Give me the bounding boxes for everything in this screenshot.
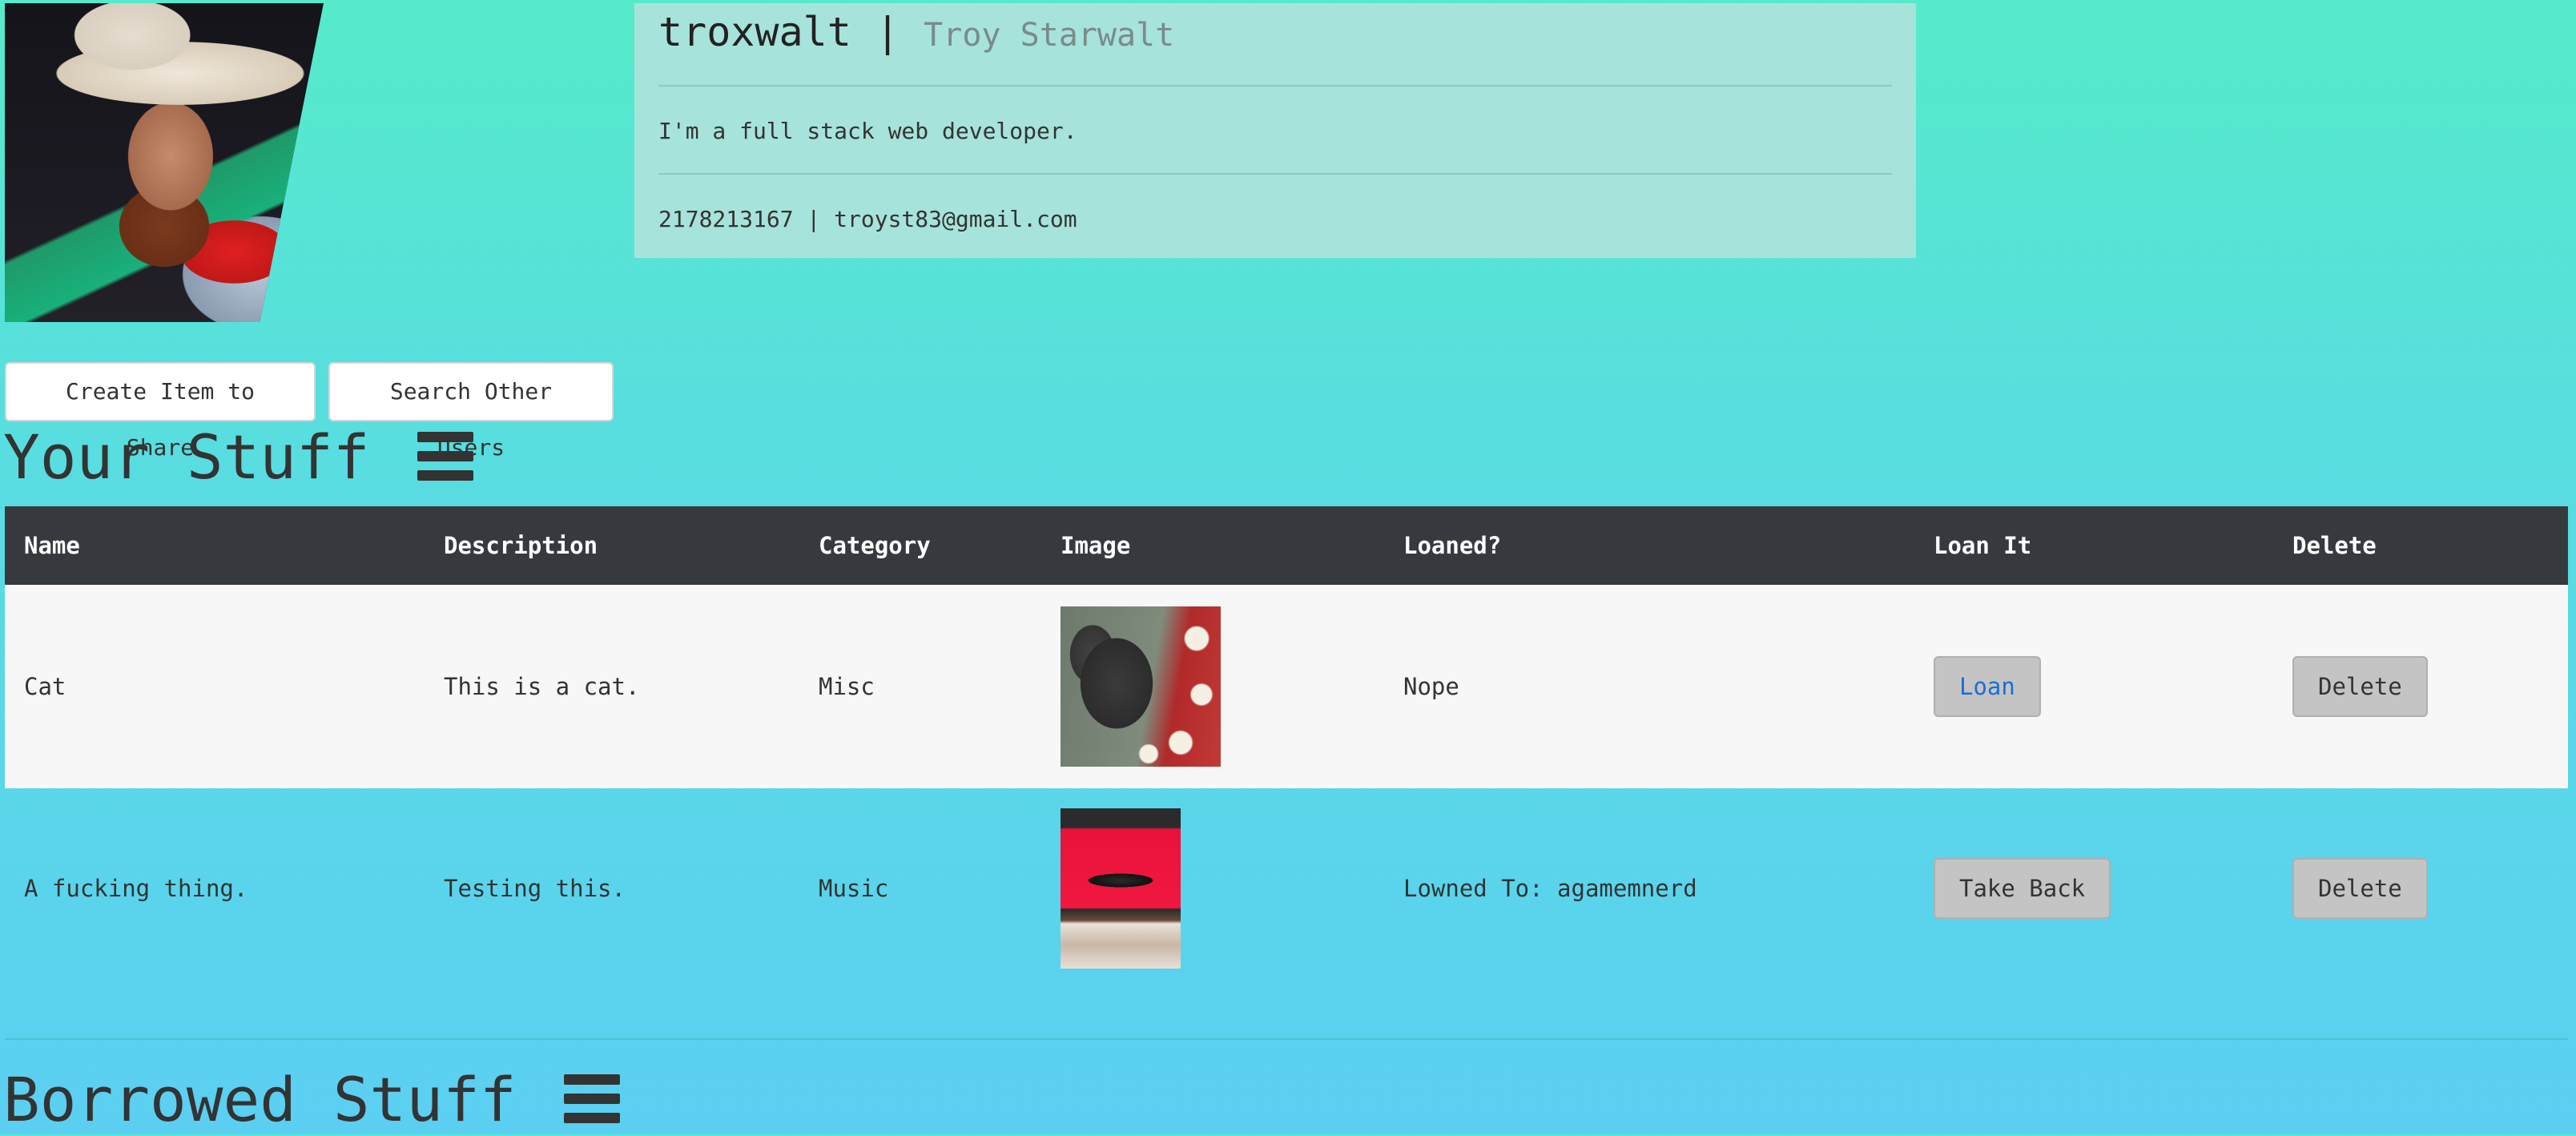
column-header: Delete <box>2292 506 2568 585</box>
your-stuff-title: Your Stuff <box>3 421 370 493</box>
profile-heading: troxwalt | Troy Starwalt <box>658 3 1892 58</box>
delete-button[interactable]: Delete <box>2292 858 2428 919</box>
borrowed-stuff-heading: Borrowed Stuff <box>3 1064 621 1136</box>
column-header: Image <box>1061 506 1403 585</box>
item-loaned-status: Lowned To: agamemnerd <box>1403 875 1697 902</box>
item-description: Testing this. <box>444 875 626 902</box>
take-back-button[interactable]: Take Back <box>1934 858 2111 919</box>
your-stuff-heading: Your Stuff <box>3 421 474 493</box>
delete-button[interactable]: Delete <box>2292 656 2428 717</box>
borrowed-stuff-title: Borrowed Stuff <box>3 1064 517 1135</box>
loan-button[interactable]: Loan <box>1934 656 2041 717</box>
heading-separator: | <box>875 9 900 55</box>
create-item-button[interactable]: Create Item to Share <box>5 362 316 461</box>
your-stuff-table: Name Description Category Image Loaned? … <box>5 506 2568 989</box>
search-users-button[interactable]: Search Other Users <box>328 362 614 461</box>
hamburger-menu-icon[interactable] <box>417 432 474 481</box>
item-category: Misc <box>819 585 1061 788</box>
item-name: Cat <box>5 585 444 788</box>
delete-cell: Delete <box>2292 788 2568 989</box>
column-header: Name <box>5 506 444 585</box>
column-header: Loan It <box>1934 506 2292 585</box>
profile-avatar <box>5 3 324 322</box>
table-row: Cat This is a cat. Misc Nope Loan Delete <box>5 585 2568 788</box>
item-loaned-status: Nope <box>1403 585 1934 788</box>
full-name: Troy Starwalt <box>924 17 1175 54</box>
item-image <box>1061 606 1221 767</box>
take-back-cell: Take Back <box>1934 788 2292 989</box>
column-header: Category <box>819 506 1061 585</box>
table-header-row: Name Description Category Image Loaned? … <box>5 506 2568 585</box>
item-image-cell <box>1061 788 1403 989</box>
profile-bio: I'm a full stack web developer. <box>658 118 1077 144</box>
column-header: Description <box>444 506 819 585</box>
profile-card: troxwalt | Troy Starwalt I'm a full stac… <box>634 3 1916 258</box>
item-name: A fucking thing. <box>24 875 248 902</box>
item-category: Music <box>819 875 889 902</box>
delete-cell: Delete <box>2292 585 2568 788</box>
section-divider <box>5 1038 2568 1040</box>
loan-cell: Loan <box>1934 585 2292 788</box>
profile-contact: 2178213167 | troyst83@gmail.com <box>658 206 1077 232</box>
item-image <box>1061 808 1181 969</box>
column-header: Loaned? <box>1403 506 1934 585</box>
item-description: This is a cat. <box>444 585 819 788</box>
table-row: A fucking thing. Testing this. Music Low… <box>5 788 2568 989</box>
hamburger-menu-icon[interactable] <box>564 1074 621 1124</box>
username: troxwalt <box>658 9 851 55</box>
item-image-cell <box>1061 585 1403 788</box>
